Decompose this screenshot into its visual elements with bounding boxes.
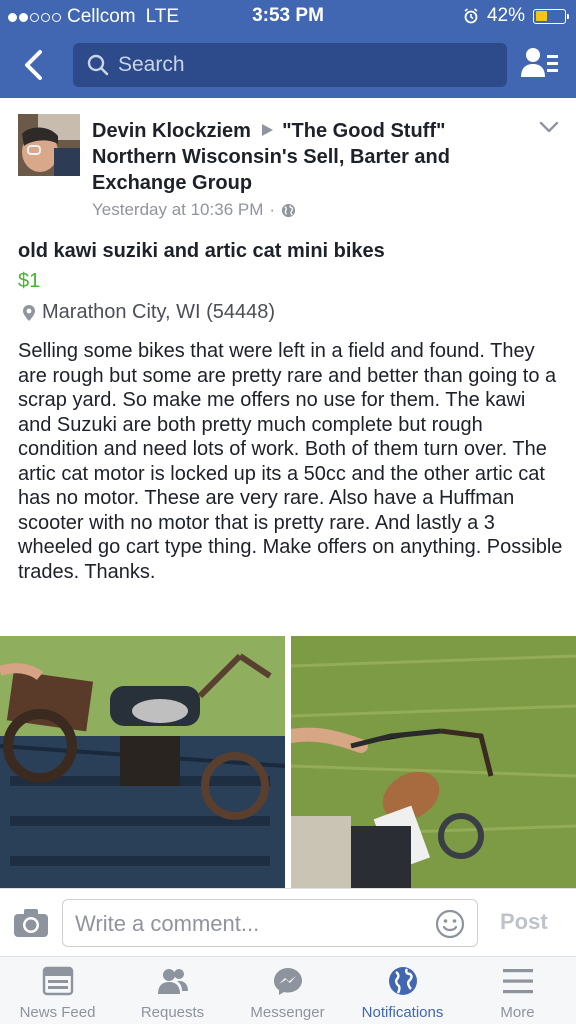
globe-icon <box>388 967 417 995</box>
listing-photo[interactable] <box>0 636 285 888</box>
tab-requests[interactable]: Requests <box>115 957 230 1024</box>
tab-label: News Feed <box>19 1004 96 1021</box>
battery-icon <box>533 8 569 24</box>
menu-icon <box>502 969 533 994</box>
photo-minibike-in-grass <box>291 636 576 888</box>
tab-news-feed[interactable]: News Feed <box>0 957 115 1024</box>
tab-label: More <box>500 1004 535 1021</box>
battery-level <box>535 11 548 21</box>
meta-separator: · <box>269 200 276 219</box>
listing-location[interactable]: Marathon City, WI (54448) <box>22 301 275 324</box>
comment-placeholder: Write a comment... <box>75 911 260 936</box>
friends-button[interactable] <box>520 45 560 81</box>
battery-percent: 42% <box>486 5 525 26</box>
app-header: Cellcom LTE 3:53 PM 42% Search <box>0 0 576 98</box>
listing-title: old kawi suziki and artic cat mini bikes <box>18 240 385 262</box>
chevron-down-icon <box>539 121 559 133</box>
camera-icon <box>14 909 48 937</box>
profile-photo <box>18 114 80 176</box>
person-list-icon <box>521 48 558 77</box>
status-right: 42% <box>463 5 569 27</box>
post-comment-button[interactable]: Post <box>500 909 548 935</box>
news-feed-icon <box>42 966 73 996</box>
globe-icon <box>281 203 296 217</box>
comment-bar: Write a comment... Post <box>0 888 576 956</box>
location-pin-icon <box>23 304 35 321</box>
back-button[interactable] <box>16 46 52 84</box>
tab-bar: News Feed Requests Messenger Notificatio… <box>0 956 576 1024</box>
sticker-button[interactable] <box>435 909 465 939</box>
post-meta: Yesterday at 10:36 PM · <box>92 200 296 220</box>
search-icon <box>87 54 109 76</box>
tab-notifications[interactable]: Notifications <box>345 957 460 1024</box>
listing-price: $1 <box>18 270 41 292</box>
smiley-icon <box>435 909 465 939</box>
tab-messenger[interactable]: Messenger <box>230 957 345 1024</box>
post-timestamp[interactable]: Yesterday at 10:36 PM <box>92 200 263 220</box>
listing-photo[interactable] <box>291 636 576 888</box>
listing-description: Selling some bikes that were left in a f… <box>18 340 563 583</box>
status-bar: Cellcom LTE 3:53 PM 42% <box>0 0 576 34</box>
photo-minibike-on-truck <box>0 636 285 888</box>
location-text: Marathon City, WI (54448) <box>42 301 276 323</box>
post-options-button[interactable] <box>538 118 560 136</box>
author-avatar[interactable] <box>18 114 80 176</box>
chevron-left-icon <box>25 50 42 80</box>
camera-button[interactable] <box>12 907 50 939</box>
author-name[interactable]: Devin Klockziem <box>92 120 251 142</box>
comment-input[interactable]: Write a comment... <box>62 899 478 947</box>
tab-label: Messenger <box>250 1004 325 1021</box>
post-author-line: Devin Klockziem "The Good Stuff" Norther… <box>92 118 512 196</box>
tab-label: Notifications <box>361 1004 444 1021</box>
search-placeholder: Search <box>118 53 185 76</box>
triangle-right-icon <box>261 124 273 136</box>
messenger-icon <box>273 968 302 995</box>
tab-label: Requests <box>140 1004 205 1021</box>
alarm-icon <box>464 8 478 24</box>
tab-more[interactable]: More <box>460 957 575 1024</box>
friend-requests-icon <box>157 969 188 994</box>
search-input[interactable]: Search <box>73 43 507 87</box>
